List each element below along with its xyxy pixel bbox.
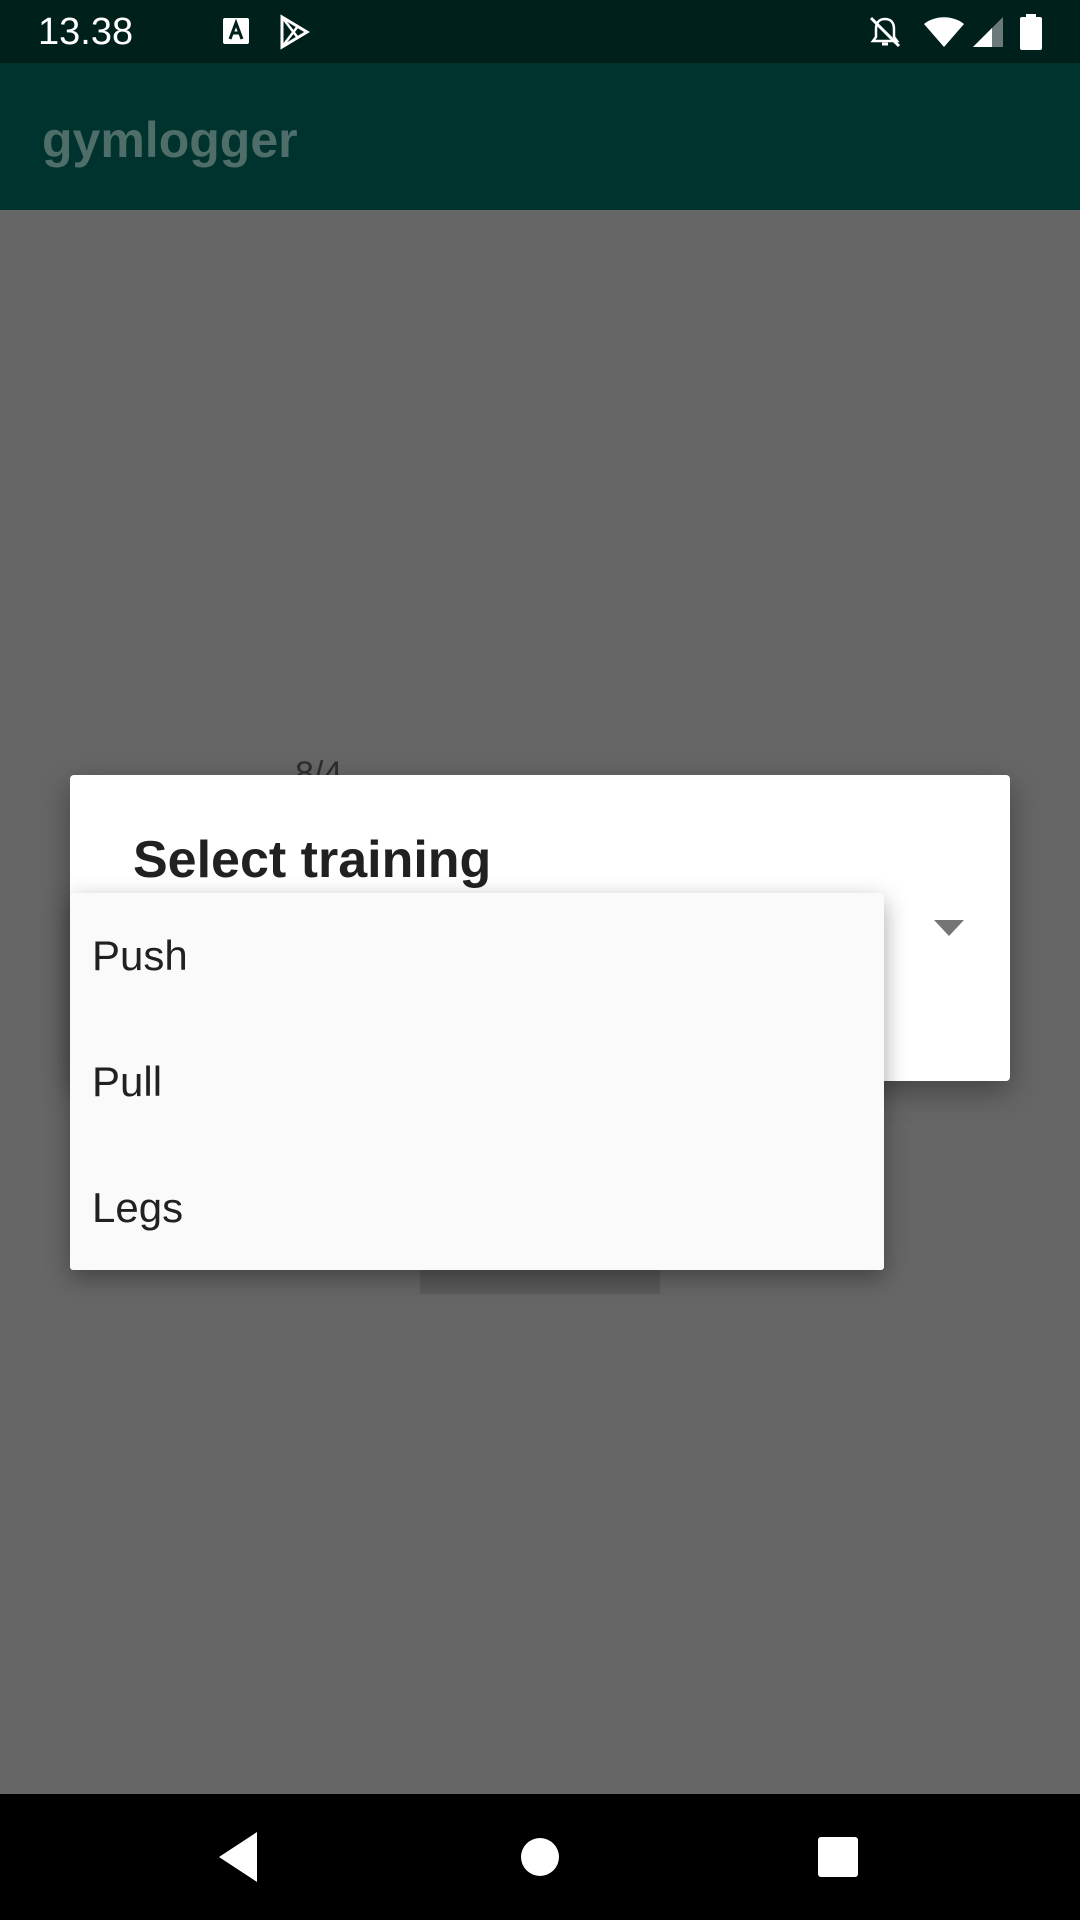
back-icon[interactable]: [205, 1824, 275, 1890]
dropdown-item-pull[interactable]: Pull: [70, 1019, 884, 1145]
status-time: 13.38: [38, 11, 134, 53]
dropdown-item-push[interactable]: Push: [70, 893, 884, 1019]
status-bar: 13.38: [0, 0, 1080, 63]
wifi-icon: [924, 17, 964, 47]
dialog-title: Select training: [133, 831, 492, 889]
recents-icon[interactable]: [803, 1824, 873, 1890]
notifications-off-icon: [869, 16, 901, 48]
battery-icon: [1020, 14, 1042, 50]
keyboard-a-icon: [223, 18, 249, 44]
app-title: gymlogger: [42, 112, 298, 168]
app-bar: gymlogger: [0, 63, 1080, 210]
training-dropdown-list: Push Pull Legs: [70, 893, 884, 1270]
home-icon[interactable]: [505, 1824, 575, 1890]
signal-icon: [973, 17, 1003, 47]
dropdown-item-legs[interactable]: Legs: [70, 1145, 884, 1271]
dropdown-arrow-icon[interactable]: [932, 918, 966, 938]
navigation-bar: [0, 1794, 1080, 1920]
play-store-icon: [280, 14, 310, 50]
